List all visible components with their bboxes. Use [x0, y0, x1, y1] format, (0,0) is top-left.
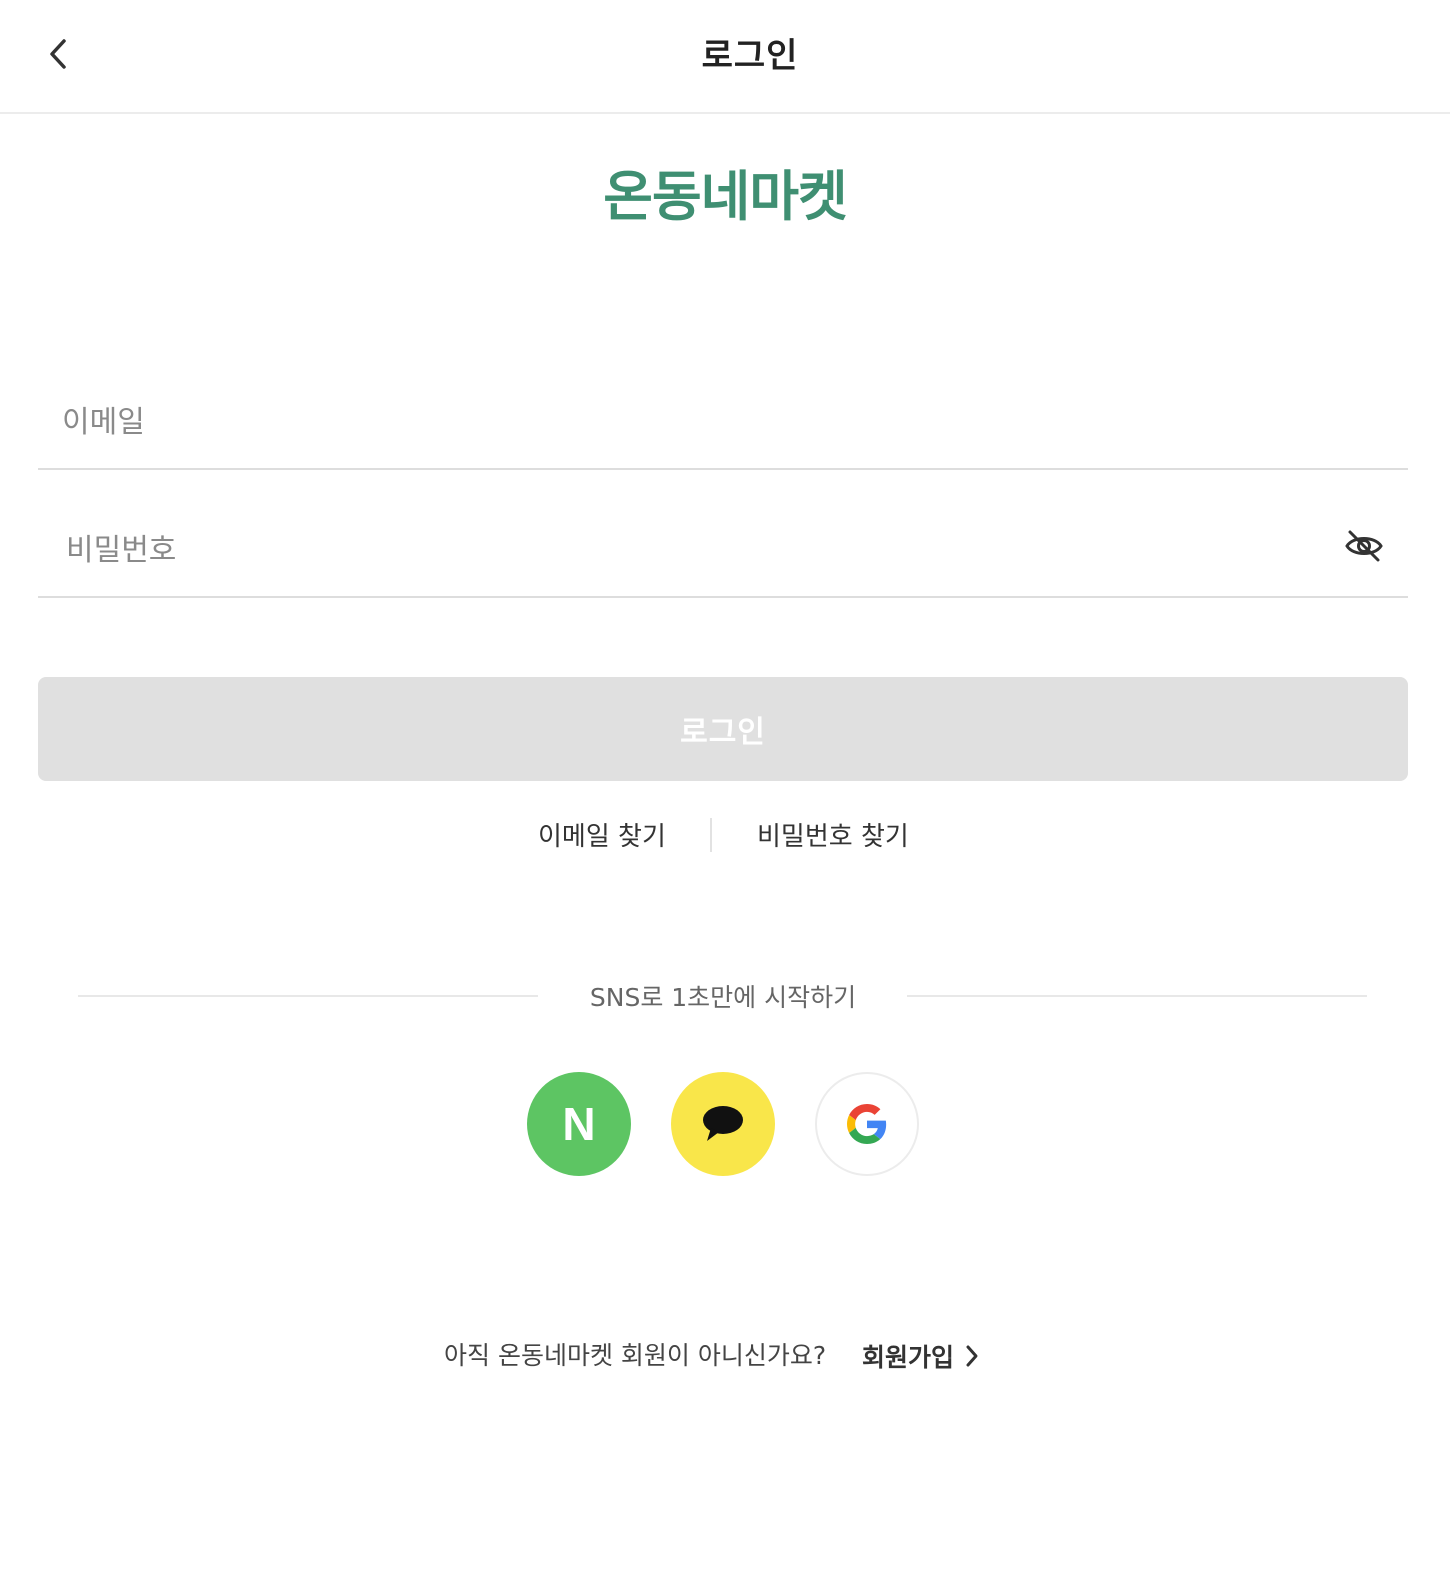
kakao-speech-bubble-icon: [703, 1106, 743, 1141]
page-title: 로그인: [701, 36, 799, 76]
sns-divider-right: [907, 995, 1367, 997]
signup-link[interactable]: 회원가입: [862, 1336, 980, 1376]
google-g-icon: [847, 1104, 887, 1144]
signup-row: 아직 온동네마켓 회원이 아니신가요? 회원가입: [0, 1336, 1450, 1376]
signup-prompt: 아직 온동네마켓 회원이 아니신가요?: [444, 1341, 827, 1370]
login-button[interactable]: 로그인: [38, 677, 1408, 781]
app-header: 로그인: [0, 0, 1450, 114]
find-links-divider: [710, 818, 712, 852]
email-field-container: [38, 376, 1408, 470]
eye-off-icon: [1345, 530, 1383, 562]
sns-section-label: SNS로 1초만에 시작하기: [589, 983, 857, 1012]
google-login-button[interactable]: [815, 1072, 919, 1176]
find-email-link[interactable]: 이메일 찾기: [538, 816, 666, 853]
email-input[interactable]: [62, 400, 1262, 444]
naver-login-button[interactable]: N: [527, 1072, 631, 1176]
naver-icon: N: [562, 1098, 596, 1150]
find-password-link[interactable]: 비밀번호 찾기: [757, 816, 909, 853]
login-button-label: 로그인: [680, 715, 766, 750]
password-field-container: [38, 504, 1408, 598]
brand-logo: 온동네마켓: [603, 165, 847, 228]
password-input[interactable]: [66, 528, 1266, 572]
sns-divider-left: [78, 995, 538, 997]
find-account-links: 이메일 찾기 비밀번호 찾기: [0, 816, 1450, 856]
password-visibility-toggle[interactable]: [1342, 526, 1386, 566]
chevron-right-icon: [964, 1343, 980, 1369]
kakao-login-button[interactable]: [671, 1072, 775, 1176]
signup-link-label: 회원가입: [862, 1343, 955, 1372]
